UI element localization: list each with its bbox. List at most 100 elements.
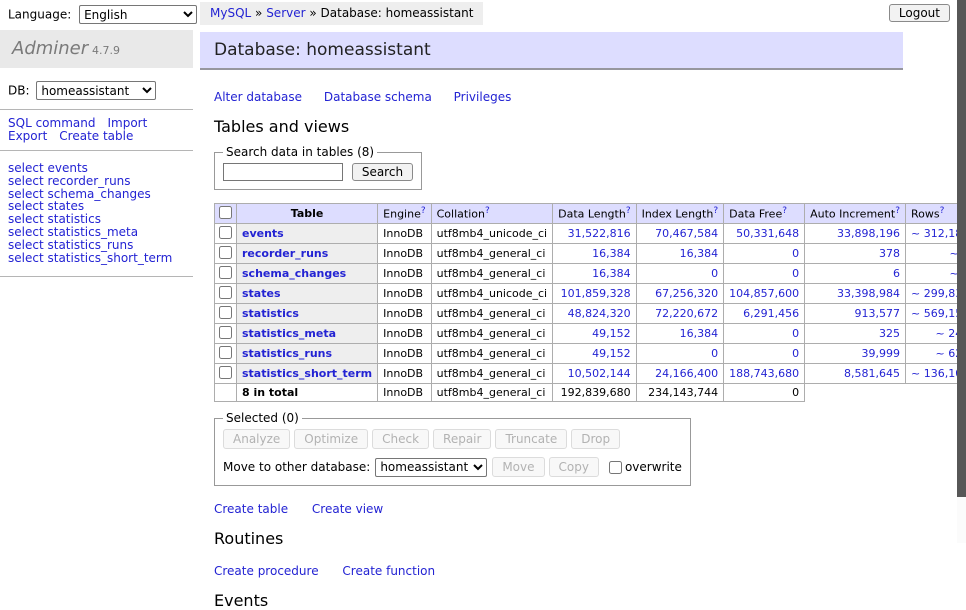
privileges-link[interactable]: Privileges <box>454 90 512 104</box>
sql-command-link[interactable]: SQL command <box>8 116 95 130</box>
data-free-link[interactable]: 188,743,680 <box>729 367 799 380</box>
data-free-link[interactable]: 0 <box>792 327 799 340</box>
data-length-link[interactable]: 16,384 <box>592 267 631 280</box>
data-length-link[interactable]: 49,152 <box>592 347 631 360</box>
sidebar-divider <box>0 276 193 277</box>
auto-increment-link[interactable]: 33,898,196 <box>837 227 900 240</box>
breadcrumb-item[interactable]: MySQL <box>210 6 251 20</box>
data-length-link[interactable]: 49,152 <box>592 327 631 340</box>
total-row: 8 in total InnoDB utf8mb4_general_ci 192… <box>215 384 966 402</box>
data-length-link[interactable]: 31,522,816 <box>568 227 631 240</box>
row-checkbox[interactable] <box>219 266 232 279</box>
index-length-link[interactable]: 70,467,584 <box>655 227 718 240</box>
help-icon[interactable]: ? <box>485 206 490 216</box>
help-icon[interactable]: ? <box>626 206 631 216</box>
auto-increment-link[interactable]: 913,577 <box>855 307 901 320</box>
row-checkbox[interactable] <box>219 226 232 239</box>
index-length-link[interactable]: 0 <box>711 267 718 280</box>
breadcrumb-item[interactable]: Server <box>266 6 305 20</box>
create-procedure-link[interactable]: Create procedure <box>214 564 319 578</box>
data-free-link[interactable]: 0 <box>792 267 799 280</box>
auto-increment-link[interactable]: 8,581,645 <box>844 367 900 380</box>
auto-increment-link[interactable]: 325 <box>879 327 900 340</box>
index-length-link[interactable]: 72,220,672 <box>655 307 718 320</box>
collation-cell: utf8mb4_unicode_ci <box>431 224 552 244</box>
data-free-link[interactable]: 50,331,648 <box>736 227 799 240</box>
table-name-link[interactable]: statistics_runs <box>242 347 332 360</box>
column-header-engine: Engine? <box>378 204 431 224</box>
index-length-link[interactable]: 16,384 <box>680 327 719 340</box>
row-checkbox[interactable] <box>219 246 232 259</box>
index-length-link[interactable]: 0 <box>711 347 718 360</box>
export-link[interactable]: Export <box>8 129 47 143</box>
auto-increment-link[interactable]: 33,398,984 <box>837 287 900 300</box>
total-data-free: 0 <box>724 384 805 402</box>
row-checkbox[interactable] <box>219 346 232 359</box>
index-length-link[interactable]: 67,256,320 <box>655 287 718 300</box>
data-free-cell: 0 <box>724 324 805 344</box>
total-engine: InnoDB <box>378 384 431 402</box>
auto-increment-link[interactable]: 6 <box>893 267 900 280</box>
create-table-link[interactable]: Create table <box>59 129 133 143</box>
table-name-link[interactable]: recorder_runs <box>242 247 328 260</box>
page-title: Database: homeassistant <box>200 32 903 70</box>
data-free-cell: 50,331,648 <box>724 224 805 244</box>
table-name-link[interactable]: statistics_meta <box>242 327 336 340</box>
data-free-cell: 0 <box>724 264 805 284</box>
database-schema-link[interactable]: Database schema <box>324 90 432 104</box>
alter-database-link[interactable]: Alter database <box>214 90 302 104</box>
overwrite-checkbox[interactable] <box>609 461 622 474</box>
data-length-link[interactable]: 101,859,328 <box>561 287 631 300</box>
create-view-link[interactable]: Create view <box>312 502 383 516</box>
search-button[interactable]: Search <box>352 163 413 181</box>
auto-increment-link[interactable]: 39,999 <box>862 347 901 360</box>
data-free-link[interactable]: 104,857,600 <box>729 287 799 300</box>
data-free-link[interactable]: 0 <box>792 247 799 260</box>
table-link[interactable]: statistics_short_term <box>47 251 172 265</box>
row-checkbox[interactable] <box>219 306 232 319</box>
select-link[interactable]: select <box>8 251 44 265</box>
move-db-select[interactable]: homeassistant <box>375 458 487 477</box>
scrollbar[interactable] <box>957 0 966 543</box>
create-function-link[interactable]: Create function <box>342 564 435 578</box>
table-name-link[interactable]: schema_changes <box>242 267 346 280</box>
data-length-link[interactable]: 16,384 <box>592 247 631 260</box>
table-name-link[interactable]: events <box>242 227 284 240</box>
index-length-link[interactable]: 16,384 <box>680 247 719 260</box>
select-all-checkbox[interactable] <box>219 206 232 219</box>
create-table-link-main[interactable]: Create table <box>214 502 288 516</box>
table-name-link[interactable]: statistics <box>242 307 299 320</box>
data-free-cell: 104,857,600 <box>724 284 805 304</box>
data-free-link[interactable]: 6,291,456 <box>743 307 799 320</box>
index-length-cell: 16,384 <box>636 324 724 344</box>
db-select[interactable]: homeassistant <box>36 81 156 100</box>
engine-cell: InnoDB <box>378 364 431 384</box>
table-row: recorder_runsInnoDButf8mb4_general_ci16,… <box>215 244 966 264</box>
search-input[interactable] <box>223 163 343 181</box>
logout-button[interactable]: Logout <box>889 4 950 22</box>
engine-cell: InnoDB <box>378 264 431 284</box>
data-length-link[interactable]: 10,502,144 <box>568 367 631 380</box>
app-name: Adminer <box>12 38 88 59</box>
help-icon[interactable]: ? <box>895 206 900 216</box>
help-icon[interactable]: ? <box>782 206 787 216</box>
data-length-link[interactable]: 48,824,320 <box>568 307 631 320</box>
auto-increment-cell: 33,898,196 <box>805 224 906 244</box>
table-name-link[interactable]: statistics_short_term <box>242 367 372 380</box>
language-select[interactable]: English <box>79 5 197 24</box>
scrollbar-thumb[interactable] <box>957 0 966 497</box>
import-link[interactable]: Import <box>107 116 147 130</box>
index-length-link[interactable]: 24,166,400 <box>655 367 718 380</box>
row-checkbox[interactable] <box>219 326 232 339</box>
column-header-table: Table <box>237 204 378 224</box>
help-icon[interactable]: ? <box>713 206 718 216</box>
data-free-link[interactable]: 0 <box>792 347 799 360</box>
help-icon[interactable]: ? <box>421 206 426 216</box>
auto-increment-link[interactable]: 378 <box>879 247 900 260</box>
collation-cell: utf8mb4_unicode_ci <box>431 284 552 304</box>
help-icon[interactable]: ? <box>940 206 945 216</box>
table-name-link[interactable]: states <box>242 287 281 300</box>
row-checkbox[interactable] <box>219 366 232 379</box>
row-checkbox[interactable] <box>219 286 232 299</box>
app-logo: Adminer 4.7.9 <box>0 30 193 68</box>
